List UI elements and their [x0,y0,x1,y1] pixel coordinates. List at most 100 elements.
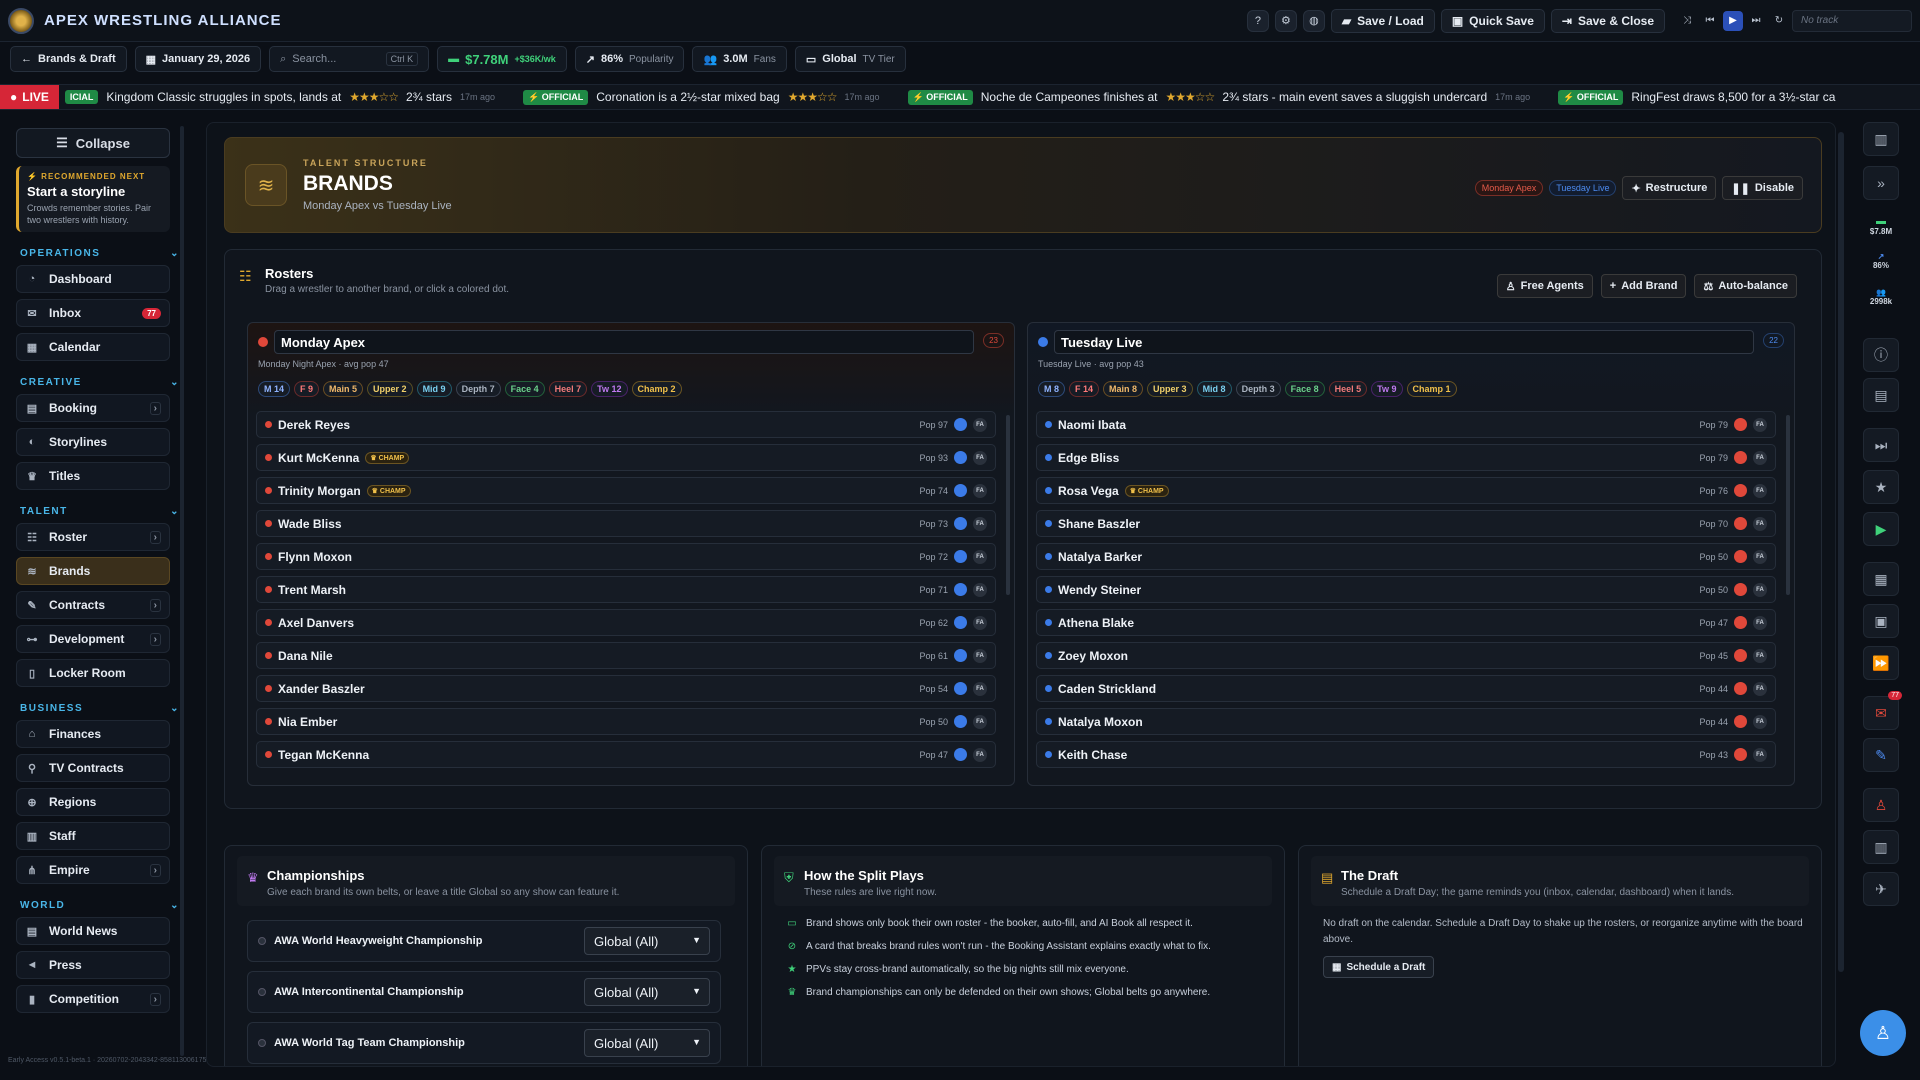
free-agent-button[interactable]: FA [973,450,987,465]
save-close-button[interactable]: ⇥ Save & Close [1550,8,1665,33]
roster-row[interactable]: Wade Bliss Pop 73 FA [256,510,996,537]
sidebar-item-tv-contracts[interactable]: ⚲ TV Contracts [16,754,170,782]
globe-icon[interactable]: ◍ [1302,9,1325,32]
championship-brand-select[interactable]: Global (All) ▼ [584,978,710,1006]
move-to-brand-dot[interactable] [954,616,967,629]
sidebar-item-locker-room[interactable]: ▯ Locker Room [16,659,170,687]
free-agent-button[interactable]: FA [1753,450,1767,465]
sidebar-item-regions[interactable]: ⊕ Regions [16,788,170,816]
move-to-brand-dot[interactable] [1734,418,1747,431]
roster-row[interactable]: Shane Baszler Pop 70 FA [1036,510,1776,537]
quick-save-button[interactable]: ▣ Quick Save [1440,8,1545,33]
sidebar-scrollbar[interactable] [180,126,184,1056]
roster-row[interactable]: Nia Ember Pop 50 FA [256,708,996,735]
clipboard-icon[interactable]: ▤ [1863,378,1899,412]
move-to-brand-dot[interactable] [1734,616,1747,629]
roster-row[interactable]: Axel Danvers Pop 62 FA [256,609,996,636]
star-icon[interactable]: ★ [1863,470,1899,504]
recommended-card[interactable]: ⚡ RECOMMENDED NEXT Start a storyline Cro… [16,166,170,232]
ticker-item[interactable]: ICIAL Kingdom Classic struggles in spots… [59,90,509,104]
restructure-button[interactable]: ✦ Restructure [1622,176,1717,200]
move-to-brand-dot[interactable] [1734,682,1747,695]
play-icon[interactable]: ▶ [1863,512,1899,546]
sidebar-item-world-news[interactable]: ▤ World News [16,917,170,945]
move-to-brand-dot[interactable] [954,682,967,695]
brand-column-monday-apex[interactable]: Monday Apex 23 Monday Night Apex · avg p… [247,322,1015,786]
move-to-brand-dot[interactable] [1734,649,1747,662]
free-agent-button[interactable]: FA [973,483,987,498]
sidebar-item-roster[interactable]: ☷ Roster › [16,523,170,551]
free-agent-button[interactable]: FA [1753,714,1767,729]
search-input[interactable]: ⌕ Search... Ctrl K [269,46,430,72]
info-icon[interactable]: ⓘ [1863,338,1899,372]
sidebar-item-press[interactable]: ◄ Press [16,951,170,979]
brand-column-tuesday-live[interactable]: Tuesday Live 22 Tuesday Live · avg pop 4… [1027,322,1795,786]
collapse-button[interactable]: ☰ Collapse [16,128,170,158]
free-agent-button[interactable]: FA [973,516,987,531]
section-business[interactable]: BUSINESS ⌄ [20,703,180,714]
archive-icon[interactable]: ▥ [1863,830,1899,864]
free-agent-button[interactable]: FA [1753,582,1767,597]
move-to-brand-dot[interactable] [1734,550,1747,563]
move-to-brand-dot[interactable] [1734,748,1747,761]
move-to-brand-dot[interactable] [1734,715,1747,728]
play-icon[interactable]: ▶ [1723,10,1743,31]
roster-row[interactable]: Edge Bliss Pop 79 FA [1036,444,1776,471]
move-to-brand-dot[interactable] [954,517,967,530]
roster-row[interactable]: Athena Blake Pop 47 FA [1036,609,1776,636]
championship-brand-select[interactable]: Global (All) ▼ [584,1029,710,1057]
tv-tier-chip[interactable]: ▭ Global TV Tier [794,46,906,72]
move-to-brand-dot[interactable] [954,715,967,728]
free-agent-button[interactable]: FA [973,747,987,762]
date-chip[interactable]: ▦ January 29, 2026 [134,46,262,72]
section-talent[interactable]: TALENT ⌄ [20,506,180,517]
skip-icon[interactable]: ⏭ [1863,428,1899,462]
move-to-brand-dot[interactable] [1734,583,1747,596]
disable-button[interactable]: ❚❚ Disable [1722,176,1803,200]
roster-row[interactable]: Kurt McKenna ♛ CHAMP Pop 93 FA [256,444,996,471]
sidebar-item-competition[interactable]: ▮ Competition › [16,985,170,1013]
move-to-brand-dot[interactable] [954,649,967,662]
free-agent-button[interactable]: FA [1753,417,1767,432]
brand-name-input[interactable]: Tuesday Live [1054,330,1754,354]
free-agent-button[interactable]: FA [973,714,987,729]
schedule-draft-button[interactable]: ▦ Schedule a Draft [1323,956,1435,978]
panel-layout-icon[interactable]: ▥ [1863,122,1899,156]
roster-row[interactable]: Xander Baszler Pop 54 FA [256,675,996,702]
roster-row[interactable]: Wendy Steiner Pop 50 FA [1036,576,1776,603]
roster-row[interactable]: Flynn Moxon Pop 72 FA [256,543,996,570]
sidebar-item-contracts[interactable]: ✎ Contracts › [16,591,170,619]
main-scrollbar[interactable] [1838,132,1844,972]
sidebar-item-booking[interactable]: ▤ Booking › [16,394,170,422]
sidebar-item-brands[interactable]: ≋ Brands [16,557,170,585]
edit-icon[interactable]: ✎ [1863,738,1899,772]
roster-row[interactable]: Dana Nile Pop 61 FA [256,642,996,669]
move-to-brand-dot[interactable] [954,550,967,563]
roster-row[interactable]: Tegan McKenna Pop 47 FA [256,741,996,768]
move-to-brand-dot[interactable] [954,583,967,596]
add-brand-button[interactable]: + Add Brand [1600,274,1687,298]
assistant-button[interactable]: ♙ [1860,1010,1906,1056]
money-chip[interactable]: ▬ $7.78M +$36K/wk [437,46,567,72]
move-to-brand-dot[interactable] [954,748,967,761]
ticker-item[interactable]: ⚡ OFFICIAL Noche de Campeones finishes a… [894,89,1545,105]
sidebar-item-storylines[interactable]: ◐ Storylines [16,428,170,456]
plane-icon[interactable]: ✈ [1863,872,1899,906]
free-agent-button[interactable]: FA [973,615,987,630]
fast-forward-icon[interactable]: ⏩ [1863,646,1899,680]
sidebar-item-development[interactable]: ⊶ Development › [16,625,170,653]
ticker-item[interactable]: ⚡ OFFICIAL Coronation is a 2½-star mixed… [509,89,893,105]
free-agent-button[interactable]: FA [1753,681,1767,696]
auto-balance-button[interactable]: ⚖ Auto-balance [1694,274,1797,298]
ticker-item[interactable]: ⚡ OFFICIAL RingFest draws 8,500 for a 3½… [1544,89,1849,105]
next-track-icon[interactable]: ⏭ [1746,11,1766,31]
roster-row[interactable]: Caden Strickland Pop 44 FA [1036,675,1776,702]
free-agent-button[interactable]: FA [1753,549,1767,564]
roster-row[interactable]: Natalya Barker Pop 50 FA [1036,543,1776,570]
save-load-button[interactable]: ▰ Save / Load [1330,8,1435,33]
prev-track-icon[interactable]: ⏮ [1700,11,1720,31]
expand-icon[interactable]: » [1863,166,1899,200]
move-to-brand-dot[interactable] [1734,451,1747,464]
free-agent-button[interactable]: FA [1753,516,1767,531]
free-agent-button[interactable]: FA [1753,747,1767,762]
